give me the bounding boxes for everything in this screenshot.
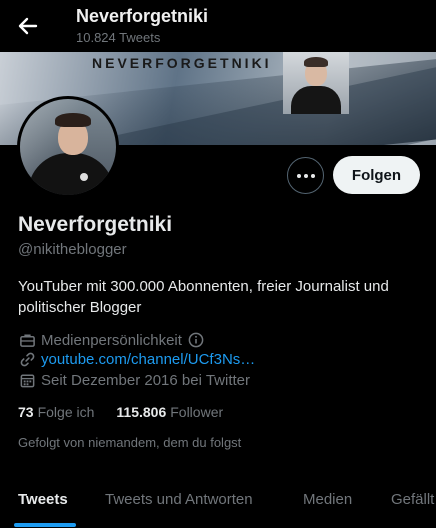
website-row: youtube.com/channel/UCf3Ns… [18,349,255,369]
top-bar: Neverforgetniki 10.824 Tweets [0,0,436,52]
tab-tweets[interactable]: Tweets [18,491,68,508]
banner-title: NEVERFORGETNIKI [92,55,272,71]
joined-row: Seit Dezember 2016 bei Twitter [18,370,250,390]
follow-stats: 73 Folge ich 115.806 Follower [18,404,223,420]
profile-page: NEVERFORGETNIKI Neverforgetniki 10.824 T… [0,0,436,528]
avatar[interactable] [17,96,119,198]
followers-count: 115.806 [116,404,167,420]
tab-media[interactable]: Medien [303,491,352,508]
profile-name: Neverforgetniki [18,213,173,236]
more-options-button[interactable] [287,157,324,194]
website-link[interactable]: youtube.com/channel/UCf3Ns… [41,351,255,368]
info-icon[interactable] [188,332,204,348]
arrow-left-icon [18,17,38,35]
active-tab-indicator [14,523,76,527]
header-title: Neverforgetniki [76,6,209,26]
calendar-icon [18,371,36,389]
following-link[interactable]: 73 Folge ich [18,404,94,420]
following-label: Folge ich [37,404,95,420]
followers-label: Follower [170,404,224,420]
tweet-count: 10.824 Tweets [76,30,161,45]
following-count: 73 [18,404,34,420]
joined-text: Seit Dezember 2016 bei Twitter [41,371,250,389]
followed-by-text: Gefolgt von niemandem, dem du folgst [18,435,242,450]
profile-bio: YouTuber mit 300.000 Abonnenten, freier … [18,278,389,316]
link-icon [18,350,36,368]
category-text: Medienpersönlichkeit [41,331,182,349]
category-row: Medienpersönlichkeit [18,330,204,350]
briefcase-icon [18,331,36,349]
profile-handle: @nikitheblogger [18,241,127,258]
tab-tweets-and-replies[interactable]: Tweets und Antworten [105,491,253,508]
profile-tabs: Tweets Tweets und Antworten Medien Gefäl… [0,484,436,528]
more-dots-icon [296,173,301,178]
followers-link[interactable]: 115.806 Follower [116,404,223,420]
follow-button[interactable]: Folgen [333,156,420,194]
back-button[interactable] [12,10,44,42]
banner-photo [283,52,349,114]
tab-likes[interactable]: Gefällt mir [391,491,436,508]
